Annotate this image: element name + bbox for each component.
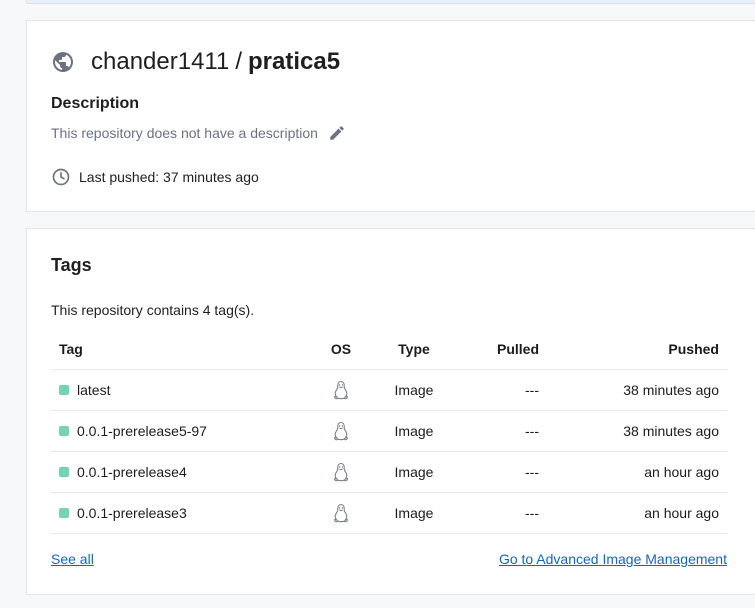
- status-dot: [59, 426, 69, 436]
- linux-icon: [332, 462, 350, 482]
- repo-separator: /: [235, 48, 243, 75]
- pencil-icon[interactable]: [328, 124, 346, 142]
- tag-cell: 0.0.1-prerelease4: [59, 452, 187, 492]
- column-header-type: Type: [398, 341, 430, 357]
- table-row: 0.0.1-prerelease3 Image --- an hour ago: [51, 493, 727, 534]
- table-row: latest Image --- 38 minutes ago: [51, 370, 727, 411]
- pulled-cell: ---: [525, 505, 539, 521]
- description-row: This repository does not have a descript…: [51, 124, 346, 142]
- status-dot: [59, 467, 69, 477]
- tags-title: Tags: [51, 255, 92, 275]
- tag-cell: latest: [59, 370, 110, 410]
- pushed-cell: 38 minutes ago: [623, 423, 719, 439]
- tag-cell: 0.0.1-prerelease5-97: [59, 411, 207, 451]
- pulled-cell: ---: [525, 464, 539, 480]
- table-row: 0.0.1-prerelease5-97 Image --- 38 minute…: [51, 411, 727, 452]
- pushed-cell: 38 minutes ago: [623, 382, 719, 398]
- description-label: Description: [51, 95, 140, 112]
- advanced-image-management-link[interactable]: Go to Advanced Image Management: [499, 551, 727, 567]
- tag-name-link[interactable]: 0.0.1-prerelease4: [77, 464, 187, 480]
- repo-header: chander1411/pratica5: [51, 49, 340, 75]
- see-all-link[interactable]: See all: [51, 551, 94, 567]
- repo-title: chander1411/pratica5: [91, 49, 340, 75]
- type-cell: Image: [394, 423, 434, 439]
- os-cell: [321, 370, 361, 410]
- os-cell: [321, 452, 361, 492]
- table-header: Tag OS Type Pulled Pushed: [51, 329, 727, 370]
- status-dot: [59, 385, 69, 395]
- os-cell: [321, 411, 361, 451]
- tag-name-link[interactable]: 0.0.1-prerelease5-97: [77, 423, 207, 439]
- top-banner-strip: [26, 0, 755, 4]
- pulled-cell: ---: [525, 423, 539, 439]
- type-cell: Image: [394, 505, 434, 521]
- repo-name: pratica5: [248, 48, 341, 75]
- os-cell: [321, 493, 361, 533]
- pushed-cell: an hour ago: [644, 505, 719, 521]
- type-cell: Image: [394, 382, 434, 398]
- linux-icon: [332, 421, 350, 441]
- repository-info-card: chander1411/pratica5 Description This re…: [26, 20, 755, 212]
- column-header-os: OS: [330, 341, 352, 357]
- type-cell: Image: [394, 464, 434, 480]
- table-row: 0.0.1-prerelease4 Image --- an hour ago: [51, 452, 727, 493]
- globe-icon: [51, 50, 75, 74]
- description-text: This repository does not have a descript…: [51, 125, 318, 141]
- pulled-cell: ---: [525, 382, 539, 398]
- column-header-tag: Tag: [59, 341, 83, 357]
- linux-icon: [332, 503, 350, 523]
- tags-table: Tag OS Type Pulled Pushed latest Image -…: [51, 329, 727, 534]
- repo-owner[interactable]: chander1411: [91, 48, 229, 75]
- column-header-pulled: Pulled: [496, 341, 539, 357]
- status-dot: [59, 508, 69, 518]
- last-pushed-text: Last pushed: 37 minutes ago: [79, 169, 259, 185]
- tags-card: Tags This repository contains 4 tag(s). …: [26, 228, 755, 595]
- last-pushed-row: Last pushed: 37 minutes ago: [51, 167, 259, 187]
- pushed-cell: an hour ago: [644, 464, 719, 480]
- clock-icon: [51, 167, 71, 187]
- column-header-pushed: Pushed: [668, 341, 719, 357]
- tag-cell: 0.0.1-prerelease3: [59, 493, 187, 533]
- tags-count-text: This repository contains 4 tag(s).: [51, 302, 255, 318]
- tag-name-link[interactable]: latest: [77, 382, 110, 398]
- tag-name-link[interactable]: 0.0.1-prerelease3: [77, 505, 187, 521]
- linux-icon: [332, 380, 350, 400]
